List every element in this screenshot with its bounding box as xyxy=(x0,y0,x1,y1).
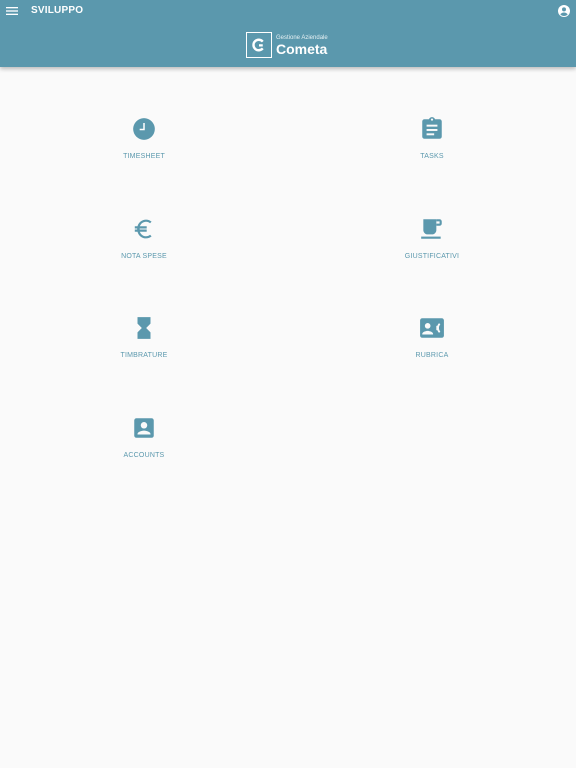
tile-label: TIMBRATURE xyxy=(120,352,168,359)
cometa-logo-icon xyxy=(246,32,272,58)
account-circle-icon xyxy=(556,3,572,19)
tile-label: ACCOUNTS xyxy=(123,452,165,459)
menu-icon xyxy=(4,3,20,19)
coffee-cup-icon xyxy=(419,216,445,242)
tile-nota-spese[interactable]: NOTA SPESE xyxy=(64,216,224,286)
brand-logo: Gestione Aziendale Cometa xyxy=(246,31,328,59)
tile-label: NOTA SPESE xyxy=(121,253,167,260)
brand-text: Gestione Aziendale Cometa xyxy=(276,35,328,56)
account-box-icon xyxy=(131,415,157,441)
tile-label: TASKS xyxy=(420,153,444,160)
tile-tasks[interactable]: TASKS xyxy=(352,116,512,186)
tile-accounts[interactable]: ACCOUNTS xyxy=(64,415,224,485)
tile-timesheet[interactable]: TIMESHEET xyxy=(64,116,224,186)
menu-button[interactable] xyxy=(4,3,20,19)
app-bar: SVILUPPO Gestione Aziendale Cometa xyxy=(0,0,576,67)
tile-giustificativi[interactable]: GIUSTIFICATIVI xyxy=(352,216,512,286)
contact-phone-icon xyxy=(419,315,445,341)
account-button[interactable] xyxy=(556,3,572,19)
tile-label: RUBRICA xyxy=(415,352,449,359)
tile-label: GIUSTIFICATIVI xyxy=(404,253,460,260)
brand-name: Cometa xyxy=(276,40,328,57)
app-root: SVILUPPO Gestione Aziendale Cometa TIMES… xyxy=(0,0,576,768)
clipboard-icon xyxy=(419,116,445,142)
euro-icon xyxy=(131,216,157,242)
tile-timbrature[interactable]: TIMBRATURE xyxy=(64,315,224,385)
tile-rubrica[interactable]: RUBRICA xyxy=(352,315,512,385)
app-bar-title: SVILUPPO xyxy=(31,5,84,16)
hourglass-icon xyxy=(131,315,157,341)
tile-label: TIMESHEET xyxy=(123,153,165,160)
clock-icon xyxy=(131,116,157,142)
brand-subtitle: Gestione Aziendale xyxy=(276,34,328,41)
